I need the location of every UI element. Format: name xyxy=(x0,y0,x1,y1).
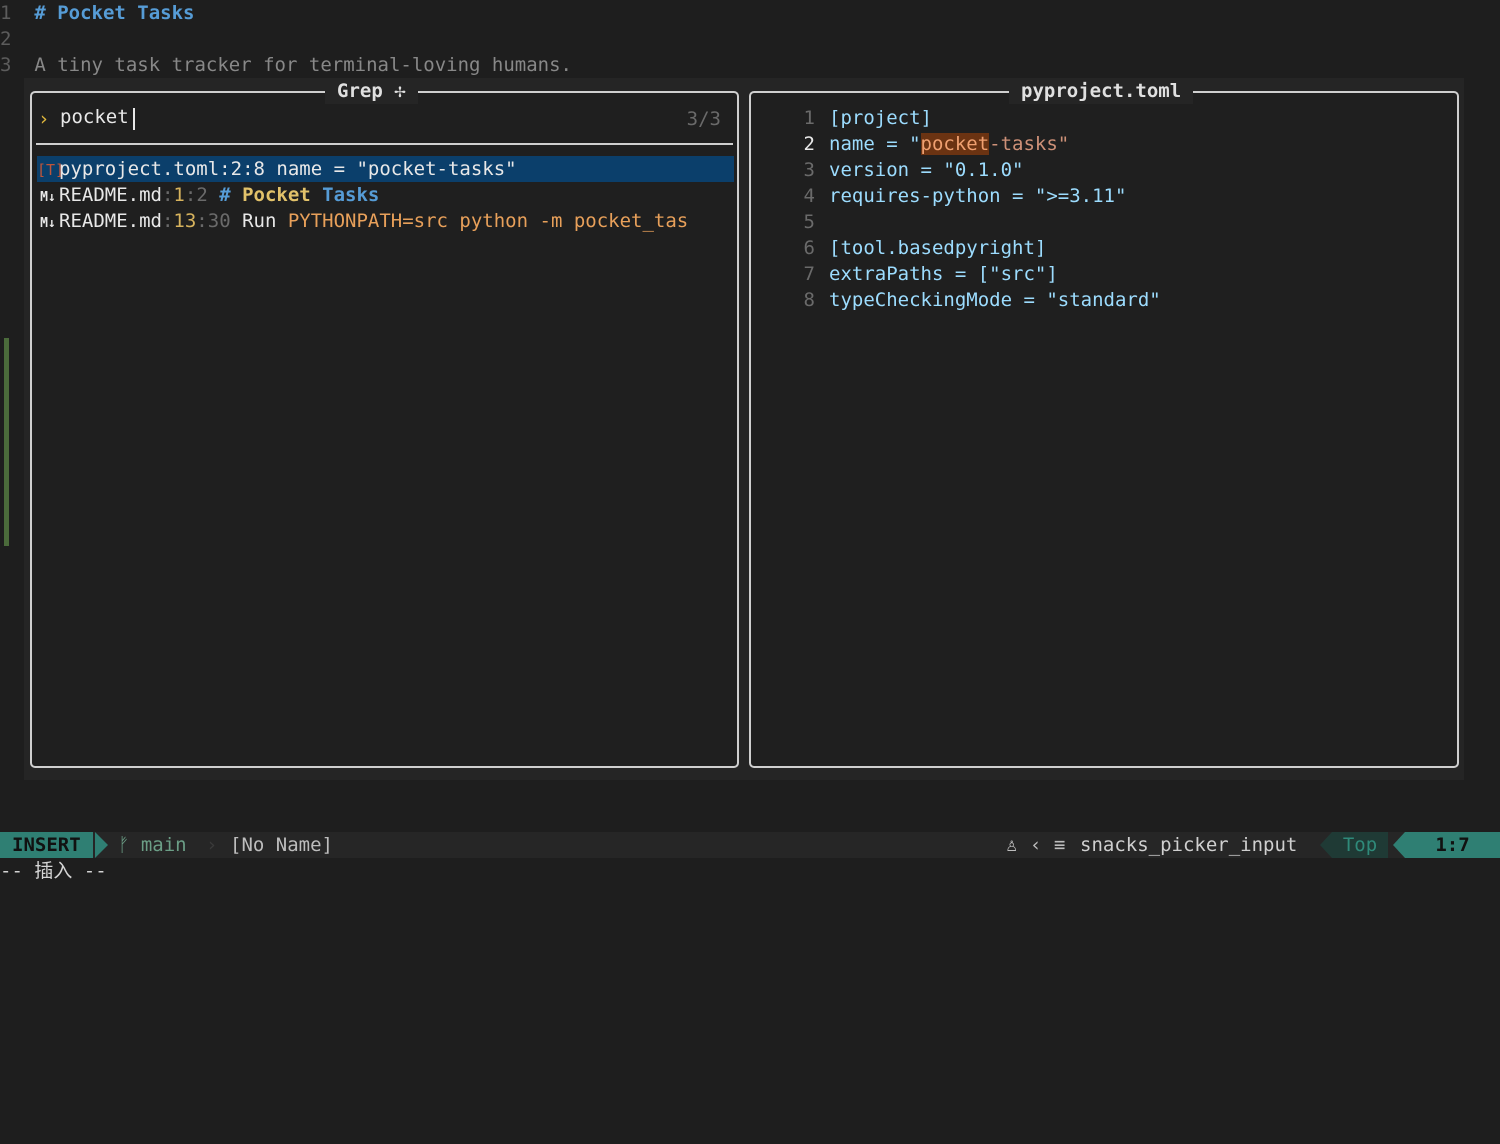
cursor-position: 1:7 xyxy=(1393,832,1500,858)
code-text: version = "0.1.0" xyxy=(829,159,1024,181)
result-item[interactable]: M↓ README.md:13:30 Run PYTHONPATH=src pyt… xyxy=(37,208,734,234)
result-line: 13 xyxy=(173,210,197,232)
match-highlight: pocket xyxy=(920,133,990,155)
result-col: 30 xyxy=(207,210,231,232)
line-number: 6 xyxy=(803,237,815,259)
filetype-icon: ≡ xyxy=(1054,834,1066,856)
editor-line-1: 1 # Pocket Tasks xyxy=(0,0,195,26)
separator-icon: › xyxy=(206,834,218,856)
match-count: 3/3 xyxy=(686,108,721,130)
preview-line: 4 requires-python = ">=3.11" xyxy=(751,183,1451,209)
picker-title: Grep ✢ xyxy=(325,78,418,104)
result-text: Run xyxy=(230,210,288,232)
result-sep: : xyxy=(219,158,231,180)
text-cursor xyxy=(133,108,135,130)
code-text: [project] xyxy=(829,107,932,129)
line-number: 1 xyxy=(0,2,12,24)
search-input[interactable] xyxy=(60,106,360,128)
input-divider xyxy=(36,143,733,145)
grep-picker-pane: Grep ✢ › 3/3 [T]pyproject.toml:2:8 name … xyxy=(30,78,739,768)
code-text: extraPaths = ["src"] xyxy=(829,263,1058,285)
statusline: INSERT ᚠ main › [No Name] ♙ ‹ ≡ snacks_p… xyxy=(0,832,1500,858)
editor-line-text: A tiny task tracker for terminal-loving … xyxy=(34,54,572,76)
editor-line-2: 2 xyxy=(0,26,34,52)
picker-title-text: Grep xyxy=(337,80,383,102)
editor-line-3: 3 A tiny task tracker for terminal-lovin… xyxy=(0,52,572,78)
filetype: snacks_picker_input xyxy=(1080,834,1298,856)
result-match: PYTHONPATH=src python -m pocket_tas xyxy=(287,210,689,232)
markdown-heading: # Pocket Tasks xyxy=(34,2,195,24)
preview-line: 7 extraPaths = ["src"] xyxy=(751,261,1451,287)
line-number: 1 xyxy=(803,107,815,129)
preview-line: 8 typeCheckingMode = "standard" xyxy=(751,287,1451,313)
grep-icon: ✢ xyxy=(394,80,406,102)
branch-icon: ᚠ xyxy=(118,834,130,856)
mode-indicator: INSERT xyxy=(0,832,93,858)
result-file: pyproject.toml xyxy=(59,158,220,180)
code-text: -tasks" xyxy=(989,133,1070,155)
result-text: # xyxy=(207,184,243,206)
result-file: README.md xyxy=(59,184,162,206)
result-text: Tasks xyxy=(310,184,380,206)
buffer-name: [No Name] xyxy=(230,834,333,856)
result-sep: : xyxy=(196,210,208,232)
git-sign-column xyxy=(4,338,9,546)
linux-icon: ♙ xyxy=(1006,834,1018,856)
result-match: Pocket xyxy=(242,184,311,206)
result-file: README.md xyxy=(59,210,162,232)
result-item[interactable]: M↓ README.md:1:2 # Pocket Tasks xyxy=(37,182,734,208)
command-line: -- 插入 -- xyxy=(0,860,107,882)
result-sep: : xyxy=(161,184,174,206)
markdown-file-icon: M↓ xyxy=(40,216,56,231)
toml-file-icon: [T] xyxy=(37,161,65,179)
line-number: 2 xyxy=(0,28,12,50)
line-number: 4 xyxy=(803,185,815,207)
code-text: requires-python = ">=3.11" xyxy=(829,185,1127,207)
code-text: name = " xyxy=(829,133,921,155)
result-col: 8 xyxy=(253,158,265,180)
preview-line: 1 [project] xyxy=(751,105,1451,131)
line-number: 5 xyxy=(803,211,815,233)
code-text: typeCheckingMode = "standard" xyxy=(829,289,1161,311)
line-number: 3 xyxy=(0,54,12,76)
result-sep: : xyxy=(242,158,254,180)
line-number: 3 xyxy=(803,159,815,181)
chevron-left-icon: ‹ xyxy=(1030,834,1042,856)
line-number: 7 xyxy=(803,263,815,285)
result-sep: : xyxy=(161,210,174,232)
line-number: 8 xyxy=(803,289,815,311)
code-text: [tool.basedpyright] xyxy=(829,237,1047,259)
preview-line: 6 [tool.basedpyright] xyxy=(751,235,1451,261)
git-branch: ᚠ main xyxy=(118,832,187,858)
preview-line-current: 2 name = "pocket-tasks" xyxy=(751,131,1451,157)
markdown-file-icon: M↓ xyxy=(40,190,56,205)
result-sep: : xyxy=(184,184,197,206)
prompt-chevron-icon: › xyxy=(38,108,50,130)
branch-name: main xyxy=(140,834,187,856)
result-col: 2 xyxy=(196,184,208,206)
preview-title: pyproject.toml xyxy=(1009,78,1194,104)
line-number: 2 xyxy=(803,133,815,155)
preview-line: 5 xyxy=(751,209,1451,235)
result-line: 2 xyxy=(230,158,243,180)
result-text: name = "pocket-tasks" xyxy=(264,158,517,180)
preview-line: 3 version = "0.1.0" xyxy=(751,157,1451,183)
preview-pane: pyproject.toml 1 [project] 2 name = "pocke… xyxy=(749,78,1459,768)
scroll-position: Top xyxy=(1320,832,1388,858)
mode-separator xyxy=(95,832,108,858)
result-item-selected[interactable]: [T]pyproject.toml:2:8 name = "pocket-tas… xyxy=(37,156,734,182)
preview-code: 1 [project] 2 name = "pocket-tasks" 3 versi… xyxy=(751,105,1451,313)
result-line: 1 xyxy=(173,184,185,206)
